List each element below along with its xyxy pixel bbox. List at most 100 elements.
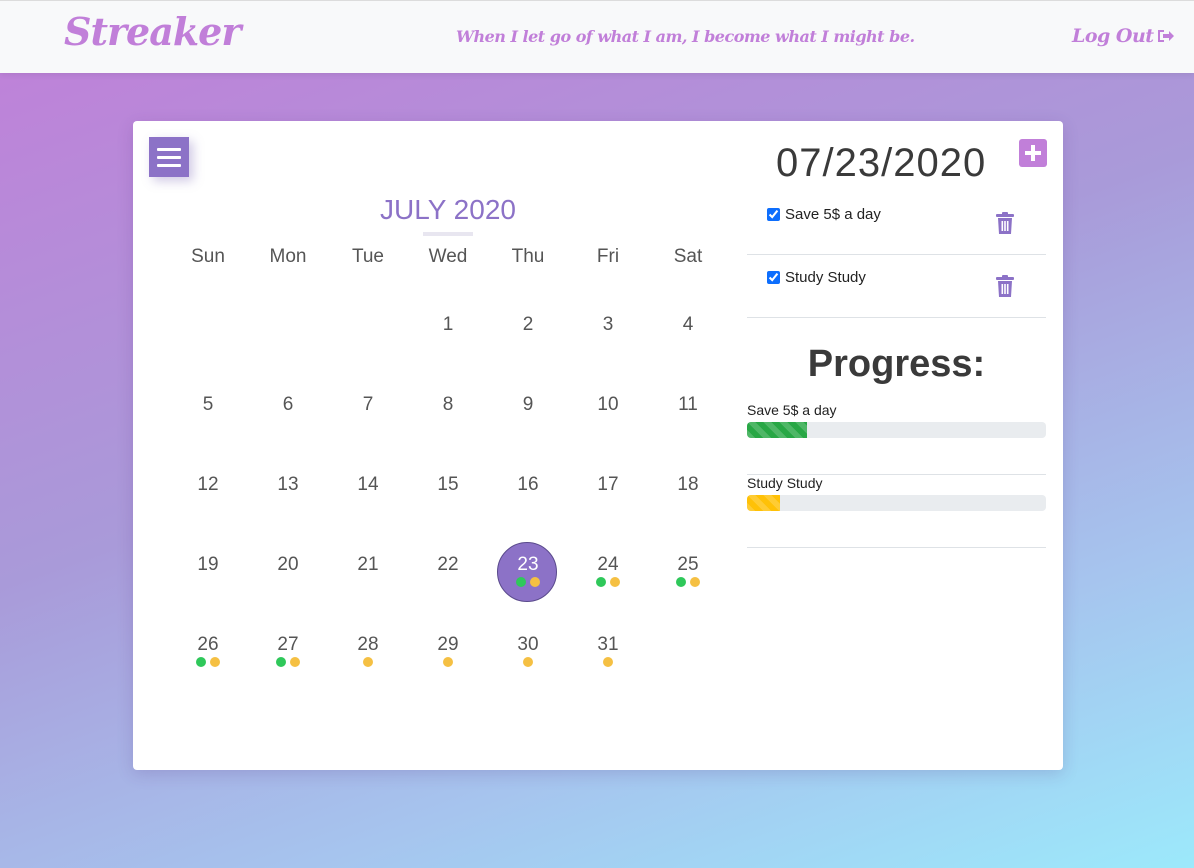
- calendar-day[interactable]: 29: [408, 634, 488, 694]
- yellow-dot-icon: [530, 577, 540, 587]
- day-number: 27: [277, 634, 299, 655]
- hamburger-icon-bar: [157, 155, 181, 159]
- calendar-day[interactable]: 5: [168, 394, 248, 454]
- progress-bar: [747, 422, 1046, 438]
- streak-dots: [328, 657, 408, 667]
- selected-date: 07/23/2020: [776, 141, 987, 185]
- quote-text: When I let go of what I am, I become wha…: [456, 27, 915, 46]
- weekday-label: Tue: [351, 246, 385, 267]
- month-underline: [423, 232, 473, 236]
- day-number: 25: [677, 554, 699, 575]
- calendar-day[interactable]: 22: [408, 554, 488, 614]
- calendar-day[interactable]: 15: [408, 474, 488, 534]
- day-number: 29: [437, 634, 459, 655]
- streak-dots: [168, 657, 248, 667]
- trash-icon[interactable]: [995, 275, 1015, 298]
- day-number: 12: [197, 474, 219, 495]
- day-number: 16: [517, 474, 539, 495]
- streak-dots: [648, 577, 728, 587]
- streak-dots: [568, 577, 648, 587]
- calendar-day[interactable]: 24: [568, 554, 648, 614]
- hamburger-icon-bar: [157, 163, 181, 167]
- day-number: 31: [597, 634, 619, 655]
- calendar-day[interactable]: 27: [248, 634, 328, 694]
- progress-bar: [747, 495, 1046, 511]
- green-dot-icon: [276, 657, 286, 667]
- calendar-day[interactable]: 3: [568, 314, 648, 374]
- day-number: 22: [437, 554, 459, 575]
- day-number: 4: [682, 314, 694, 335]
- calendar-day[interactable]: 11: [648, 394, 728, 454]
- yellow-dot-icon: [523, 657, 533, 667]
- yellow-dot-icon: [610, 577, 620, 587]
- day-number: 9: [522, 394, 534, 415]
- calendar-day[interactable]: 1: [408, 314, 488, 374]
- streak-dots: [248, 657, 328, 667]
- calendar-day[interactable]: 9: [488, 394, 568, 454]
- yellow-dot-icon: [603, 657, 613, 667]
- trash-icon[interactable]: [995, 212, 1015, 235]
- calendar-day[interactable]: 16: [488, 474, 568, 534]
- day-number: 5: [202, 394, 214, 415]
- day-number: 19: [197, 554, 219, 575]
- day-number: 3: [602, 314, 614, 335]
- logout-button[interactable]: Log Out: [1072, 25, 1175, 47]
- progress-label: Save 5$ a day: [747, 402, 837, 418]
- weekday-label: Sun: [191, 246, 225, 267]
- day-number: 8: [442, 394, 454, 415]
- day-number: 6: [282, 394, 294, 415]
- day-number: 17: [597, 474, 619, 495]
- calendar-day[interactable]: 20: [248, 554, 328, 614]
- progress-item: Save 5$ a day: [747, 402, 1046, 475]
- calendar-day[interactable]: 4: [648, 314, 728, 374]
- task-text: Save 5$ a day: [785, 206, 881, 223]
- calendar-day[interactable]: 21: [328, 554, 408, 614]
- green-dot-icon: [596, 577, 606, 587]
- logout-label: Log Out: [1072, 25, 1154, 47]
- progress-title: Progress:: [807, 343, 986, 385]
- yellow-dot-icon: [210, 657, 220, 667]
- progress-item: Study Study: [747, 475, 1046, 548]
- calendar-day[interactable]: 18: [648, 474, 728, 534]
- calendar-day[interactable]: 13: [248, 474, 328, 534]
- calendar-day[interactable]: 10: [568, 394, 648, 454]
- calendar-day[interactable]: 26: [168, 634, 248, 694]
- green-dot-icon: [196, 657, 206, 667]
- day-number: 18: [677, 474, 699, 495]
- day-number: 11: [678, 394, 698, 415]
- calendar-day[interactable]: 8: [408, 394, 488, 454]
- calendar-day[interactable]: 25: [648, 554, 728, 614]
- menu-button[interactable]: [149, 137, 189, 177]
- calendar-day[interactable]: 19: [168, 554, 248, 614]
- calendar-day[interactable]: 31: [568, 634, 648, 694]
- task-label[interactable]: Save 5$ a day: [767, 206, 881, 223]
- month-title: JULY 2020: [380, 194, 516, 225]
- calendar-day[interactable]: 6: [248, 394, 328, 454]
- day-number: 13: [277, 474, 299, 495]
- calendar-day[interactable]: 12: [168, 474, 248, 534]
- weekday-label: Wed: [428, 246, 468, 267]
- day-number: 2: [522, 314, 534, 335]
- streak-dots: [568, 657, 648, 667]
- add-task-button[interactable]: [1019, 139, 1047, 167]
- calendar-day[interactable]: 14: [328, 474, 408, 534]
- task-checkbox[interactable]: [767, 271, 780, 284]
- calendar-day-today[interactable]: 23: [488, 542, 568, 614]
- day-number: 14: [357, 474, 379, 495]
- task-checkbox[interactable]: [767, 208, 780, 221]
- yellow-dot-icon: [290, 657, 300, 667]
- day-number: 15: [437, 474, 459, 495]
- streak-dots: [488, 577, 568, 587]
- day-number: 1: [442, 314, 454, 335]
- streak-dots: [408, 657, 488, 667]
- brand-logo[interactable]: Streaker: [64, 9, 241, 54]
- calendar-day[interactable]: 17: [568, 474, 648, 534]
- day-number: 30: [517, 634, 539, 655]
- calendar-day[interactable]: 30: [488, 634, 568, 694]
- task-label[interactable]: Study Study: [767, 269, 866, 286]
- progress-fill: [747, 495, 780, 511]
- calendar-day[interactable]: 7: [328, 394, 408, 454]
- calendar-day[interactable]: 2: [488, 314, 568, 374]
- day-number: 24: [597, 554, 619, 575]
- calendar-day[interactable]: 28: [328, 634, 408, 694]
